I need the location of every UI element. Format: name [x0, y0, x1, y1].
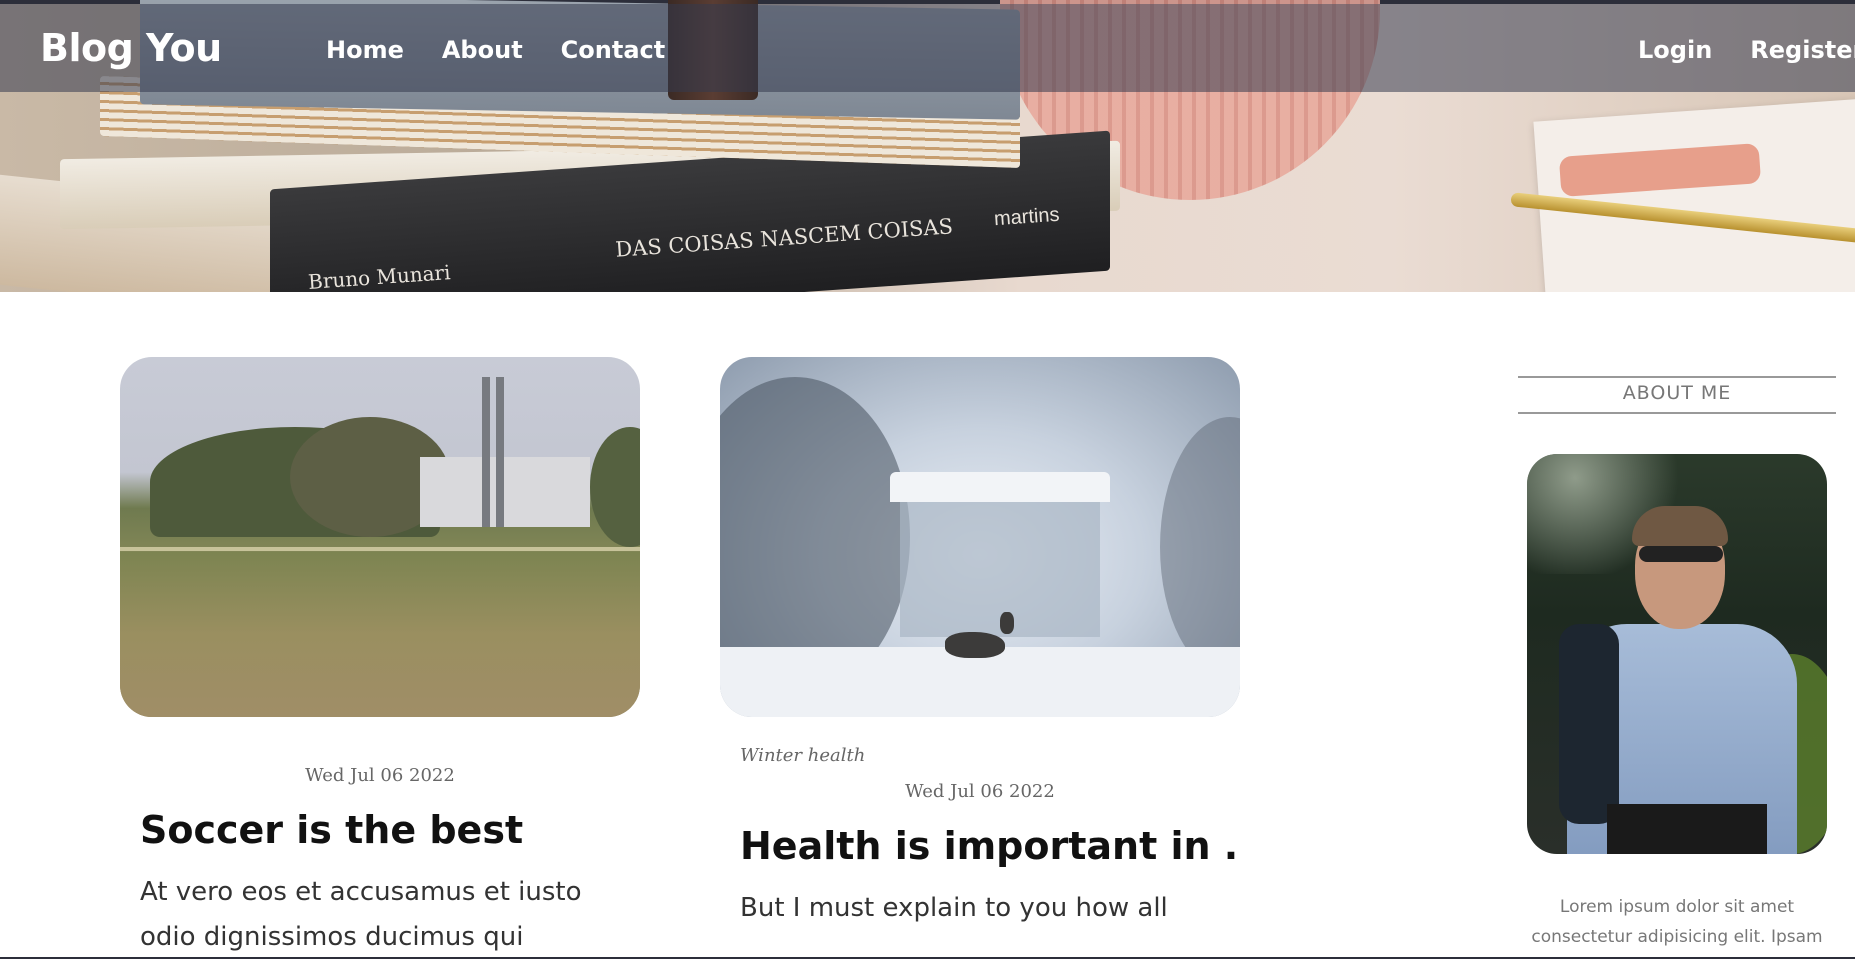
nav-about[interactable]: About [442, 36, 523, 64]
post-excerpt: But I must explain to you how all [740, 893, 1168, 923]
post-card: Winter health Wed Jul 06 2022 Health is … [720, 357, 1240, 931]
post-date: Wed Jul 06 2022 [305, 765, 455, 786]
hero-banner: DAS COISAS NASCEM COISAS Bruno Munari ma… [0, 0, 1855, 292]
profile-photo [1527, 454, 1827, 854]
nav-login[interactable]: Login [1638, 36, 1712, 64]
post-category: Winter health [740, 745, 866, 766]
main-nav: Home About Contact [326, 36, 665, 64]
nav-home[interactable]: Home [326, 36, 404, 64]
post-title[interactable]: Health is important in ... [740, 824, 1240, 868]
nav-register[interactable]: Register [1750, 36, 1855, 64]
about-text: Lorem ipsum dolor sit amet consectetur a… [1531, 897, 1823, 947]
book-spine-publisher: martins [993, 203, 1061, 231]
sidebar-about: ABOUT ME Lorem ipsum dolor sit amet cons… [1518, 376, 1836, 952]
post-image-winter[interactable] [720, 357, 1240, 717]
post-image-soccer[interactable] [120, 357, 640, 717]
post-date: Wed Jul 06 2022 [905, 781, 1055, 802]
nav-contact[interactable]: Contact [561, 36, 666, 64]
navbar: Blog You Home About Contact Login Regist… [0, 4, 1855, 92]
about-heading: ABOUT ME [1518, 376, 1836, 414]
auth-nav: Login Register [1638, 36, 1855, 64]
post-title[interactable]: Soccer is the best [140, 808, 640, 852]
post-excerpt: At vero eos et accusamus et iusto odio d… [140, 877, 582, 952]
brand-logo[interactable]: Blog You [40, 26, 222, 70]
post-card: Wed Jul 06 2022 Soccer is the best At ve… [120, 357, 640, 959]
